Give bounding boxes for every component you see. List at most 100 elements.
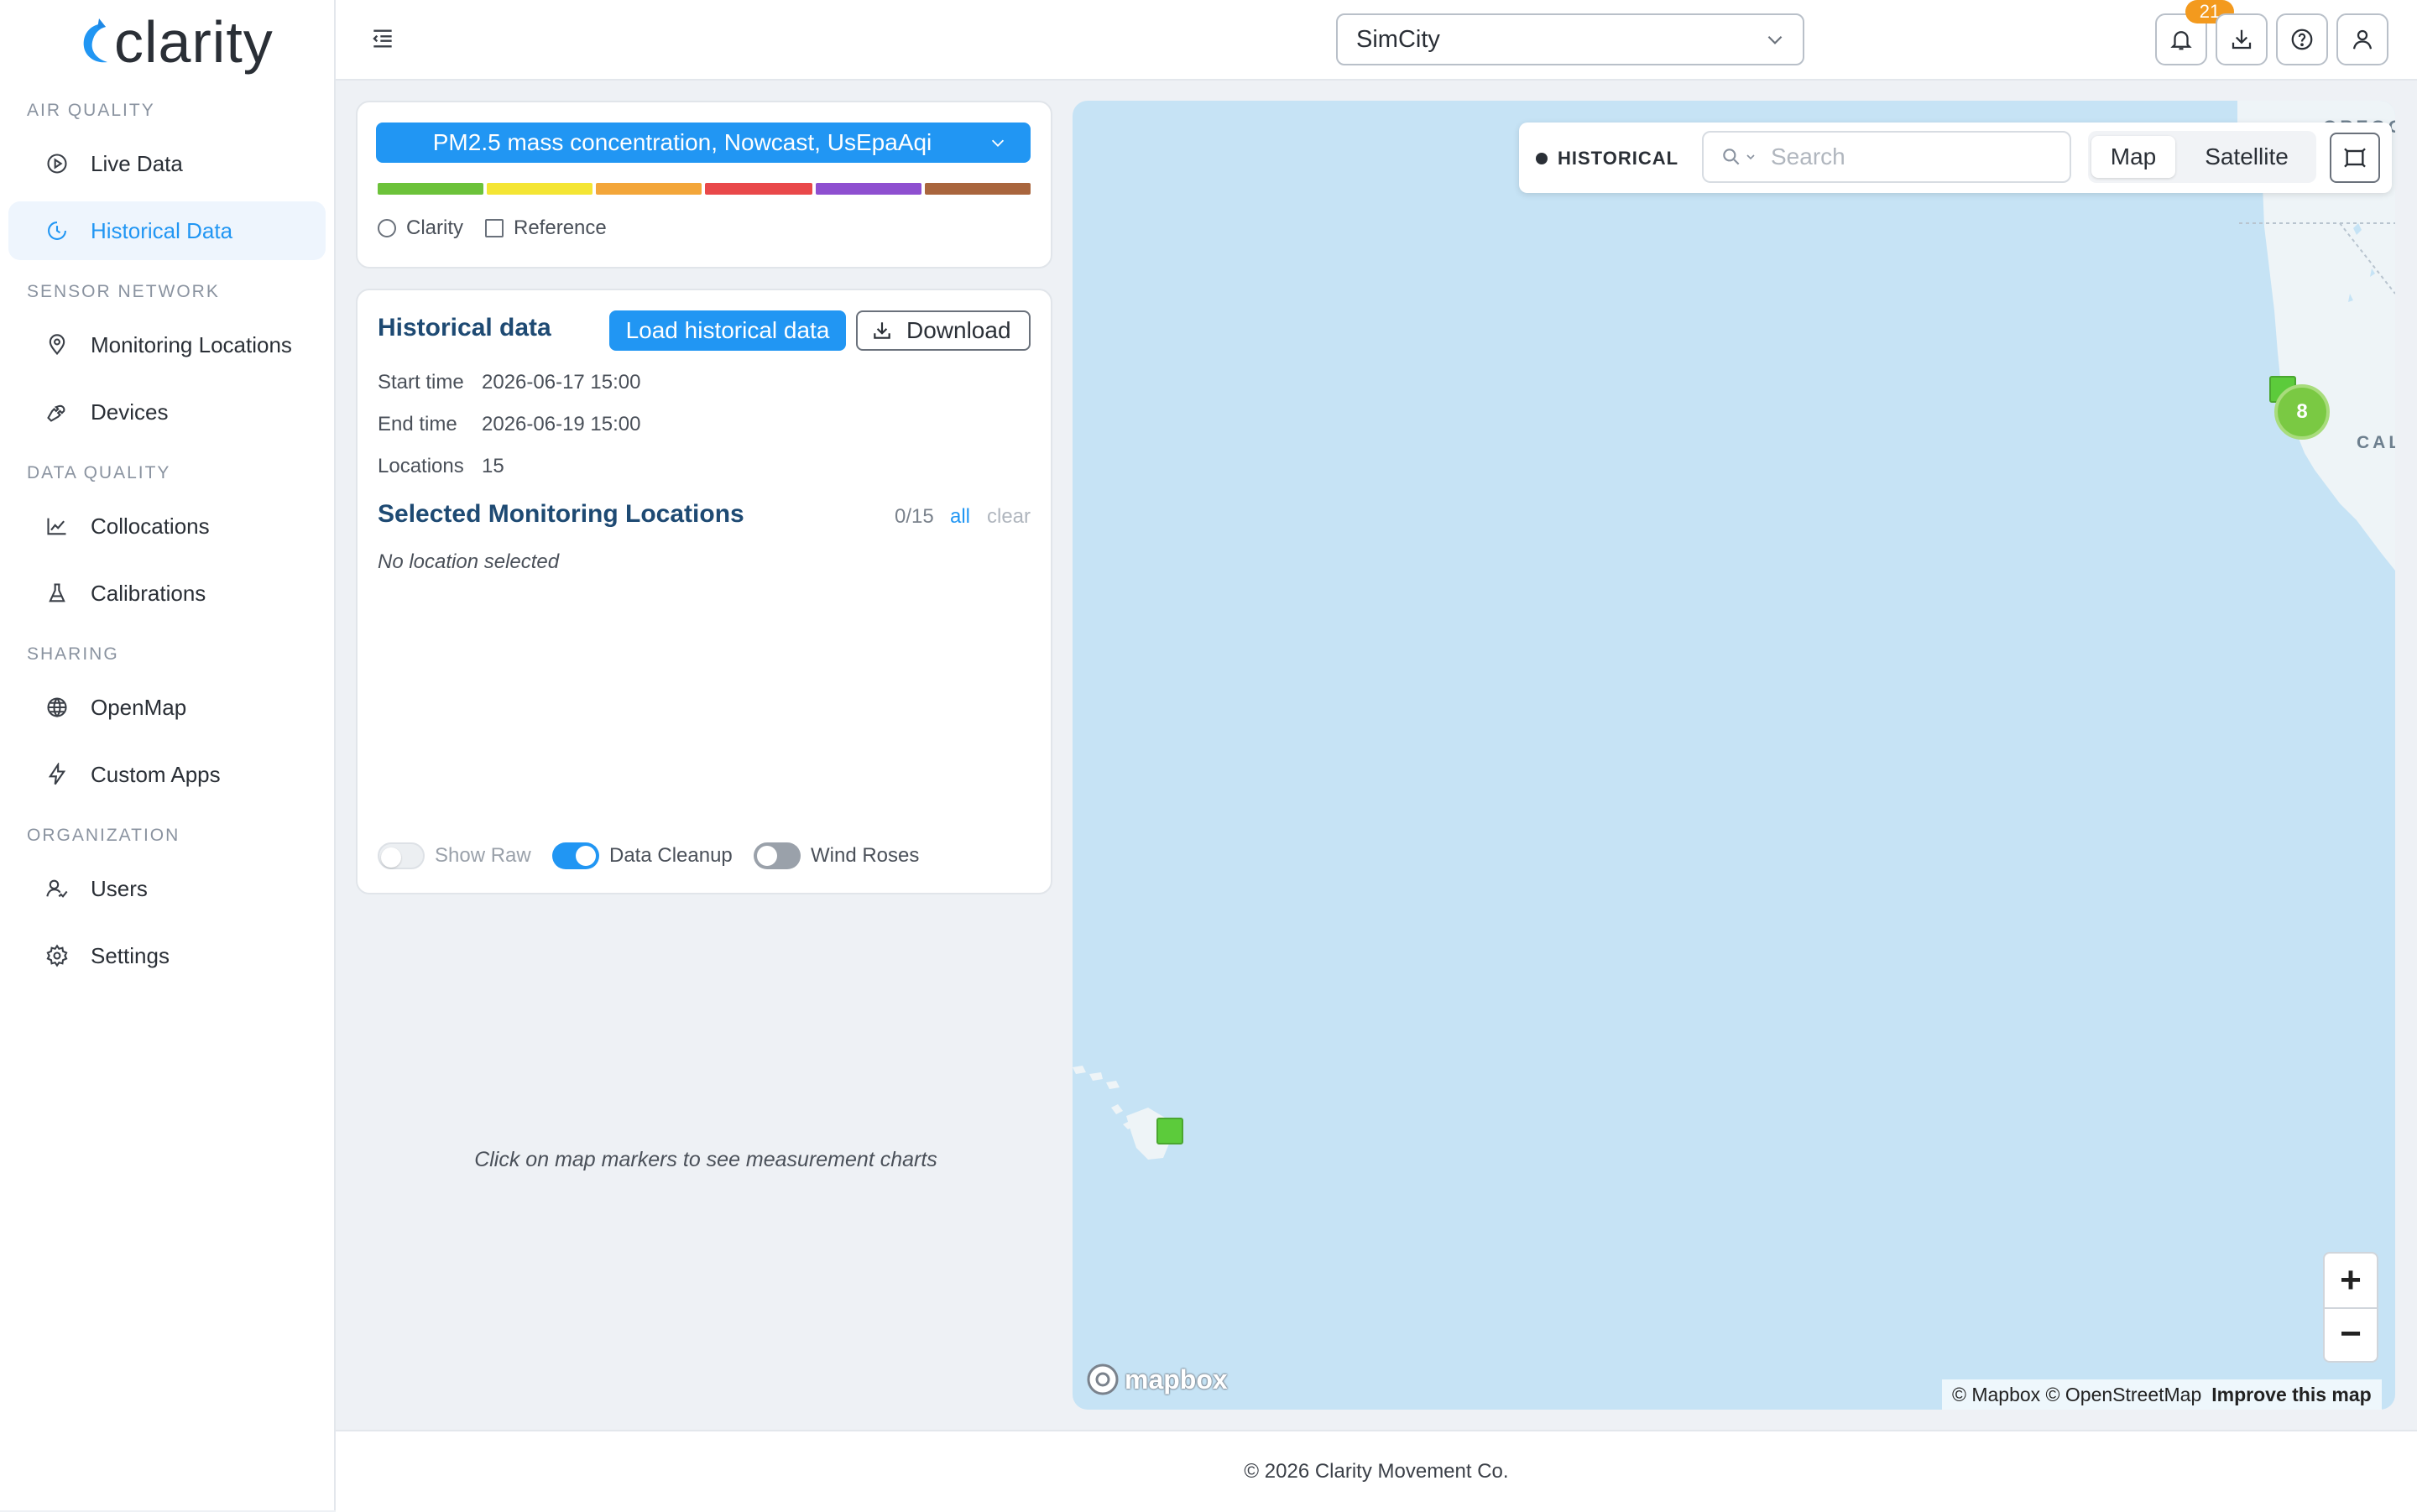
- map-canvas[interactable]: CALIFO OREGO: [1073, 101, 2395, 1410]
- clarity-logo-icon: [83, 18, 107, 63]
- aqi-scale-unhealthy: [705, 183, 812, 195]
- historical-data-title: Historical data: [378, 314, 551, 342]
- section-sharing: SHARING: [27, 644, 119, 664]
- locations-row: Locations 15: [378, 455, 504, 478]
- metric-select[interactable]: PM2.5 mass concentration, Nowcast, UsEpa…: [376, 123, 1031, 163]
- sensor-marker[interactable]: [1156, 1118, 1183, 1144]
- globe-icon: [47, 697, 67, 717]
- footer: © 2026 Clarity Movement Co.: [336, 1430, 2417, 1512]
- sidebar-item-devices[interactable]: Devices: [8, 383, 326, 441]
- help-button[interactable]: [2276, 13, 2328, 65]
- section-data-quality: DATA QUALITY: [27, 463, 171, 482]
- clarity-radio[interactable]: Clarity: [378, 216, 463, 240]
- chevron-down-icon: [1767, 35, 1783, 44]
- clear-selection-link[interactable]: clear: [987, 505, 1031, 529]
- user-menu-button[interactable]: [2336, 13, 2388, 65]
- load-historical-data-button[interactable]: Load historical data: [609, 310, 846, 351]
- aqi-scale-moderate: [487, 183, 593, 195]
- chevron-down-icon: [991, 139, 1005, 147]
- downloads-button[interactable]: [2216, 13, 2268, 65]
- show-raw-toggle[interactable]: [378, 842, 425, 869]
- wrench-icon: [47, 404, 65, 422]
- sensor-cluster-marker[interactable]: 8: [2274, 384, 2330, 440]
- end-time-row: End time 2026-06-19 15:00: [378, 413, 641, 436]
- selected-count: 0/15: [895, 505, 934, 528]
- aqi-scale-good: [378, 183, 483, 195]
- reference-checkbox-label: Reference: [514, 216, 607, 239]
- sidebar-item-monitoring-locations[interactable]: Monitoring Locations: [8, 315, 326, 374]
- map-search-input[interactable]: [1769, 143, 2049, 171]
- sidebar-item-label: Collocations: [91, 513, 210, 539]
- map-search[interactable]: [1702, 131, 2071, 183]
- show-raw-label: Show Raw: [435, 844, 531, 867]
- download-button[interactable]: Download: [856, 310, 1031, 351]
- wind-roses-label: Wind Roses: [811, 844, 920, 867]
- download-icon: [874, 322, 890, 339]
- sidebar: clarity AIR QUALITY Live Data Historical…: [0, 0, 336, 1510]
- sidebar-item-calibrations[interactable]: Calibrations: [8, 564, 326, 623]
- zoom-in-button[interactable]: +: [2325, 1254, 2377, 1309]
- map-land-layer: [1073, 101, 2395, 1160]
- sidebar-item-openmap[interactable]: OpenMap: [8, 678, 326, 737]
- fit-bounds-button[interactable]: [2330, 133, 2380, 183]
- mapbox-logo-text: mapbox: [1125, 1363, 1228, 1395]
- download-button-label: Download: [906, 317, 1011, 343]
- gear-icon: [46, 944, 68, 967]
- metric-select-value: PM2.5 mass concentration, Nowcast, UsEpa…: [432, 129, 932, 155]
- users-icon: [46, 879, 68, 898]
- organization-select[interactable]: SimCity: [1336, 13, 1804, 65]
- end-time-label: End time: [378, 413, 457, 435]
- start-time-value: 2026-06-17 15:00: [482, 371, 641, 394]
- aqi-scale-hazardous: [925, 183, 1031, 195]
- map-view-toggle: Map Satellite: [2088, 131, 2316, 183]
- start-time-label: Start time: [378, 371, 464, 394]
- sidebar-item-label: Custom Apps: [91, 761, 221, 787]
- sidebar-item-collocations[interactable]: Collocations: [8, 497, 326, 555]
- reference-checkbox[interactable]: Reference: [485, 216, 607, 240]
- sidebar-item-label: Monitoring Locations: [91, 331, 292, 357]
- section-organization: ORGANIZATION: [27, 826, 180, 845]
- logo-text: clarity: [114, 9, 274, 75]
- mapbox-logo-icon: [1087, 1363, 1119, 1395]
- select-all-link[interactable]: all: [950, 505, 970, 529]
- aqi-scale-usg: [596, 183, 702, 195]
- satellite-view-button[interactable]: Satellite: [2180, 136, 2313, 178]
- no-location-selected-text: No location selected: [378, 550, 560, 573]
- clarity-logo[interactable]: clarity: [77, 12, 274, 72]
- fit-bounds-icon: [2344, 148, 2366, 168]
- sidebar-item-live-data[interactable]: Live Data: [8, 134, 326, 193]
- historical-mode-label: HISTORICAL: [1558, 148, 1679, 169]
- sidebar-item-settings[interactable]: Settings: [8, 926, 326, 985]
- toggle-knob: [576, 846, 596, 866]
- attribution-text[interactable]: © Mapbox © OpenStreetMap: [1952, 1384, 2201, 1406]
- mapbox-logo[interactable]: mapbox: [1086, 1363, 1228, 1396]
- status-dot: [1536, 153, 1548, 164]
- location-pin-icon: [49, 334, 65, 356]
- checkbox-square: [485, 219, 504, 237]
- sidebar-item-label: Settings: [91, 942, 170, 968]
- map-view-button[interactable]: Map: [2091, 136, 2175, 178]
- search-icon: [1723, 149, 1740, 165]
- chevron-down-icon: [1746, 154, 1755, 160]
- data-cleanup-toggle[interactable]: [552, 842, 599, 869]
- aqi-scale-very-unhealthy: [816, 183, 921, 195]
- toggle-knob: [757, 846, 777, 866]
- section-sensor-network: SENSOR NETWORK: [27, 282, 220, 301]
- map-attribution: © Mapbox © OpenStreetMap Improve this ma…: [1942, 1379, 2382, 1410]
- help-icon: [2291, 29, 2313, 50]
- historical-mode-badge: HISTORICAL: [1536, 148, 1678, 169]
- collapse-menu-icon[interactable]: [369, 25, 396, 52]
- hawaii-small-islands: [1073, 1066, 1120, 1089]
- sidebar-item-custom-apps[interactable]: Custom Apps: [8, 745, 326, 804]
- sidebar-item-label: Historical Data: [91, 217, 233, 243]
- sidebar-item-historical-data[interactable]: Historical Data: [8, 201, 326, 260]
- sidebar-item-label: Calibrations: [91, 580, 206, 606]
- data-cleanup-label: Data Cleanup: [609, 844, 733, 867]
- sidebar-item-users[interactable]: Users: [8, 859, 326, 918]
- improve-map-link[interactable]: Improve this map: [2211, 1384, 2371, 1406]
- california-label: CALIFO: [2357, 433, 2395, 452]
- clock-icon: [48, 222, 66, 240]
- selected-locations-title: Selected Monitoring Locations: [378, 500, 744, 528]
- zoom-out-button[interactable]: −: [2325, 1307, 2377, 1361]
- wind-roses-toggle[interactable]: [754, 842, 801, 869]
